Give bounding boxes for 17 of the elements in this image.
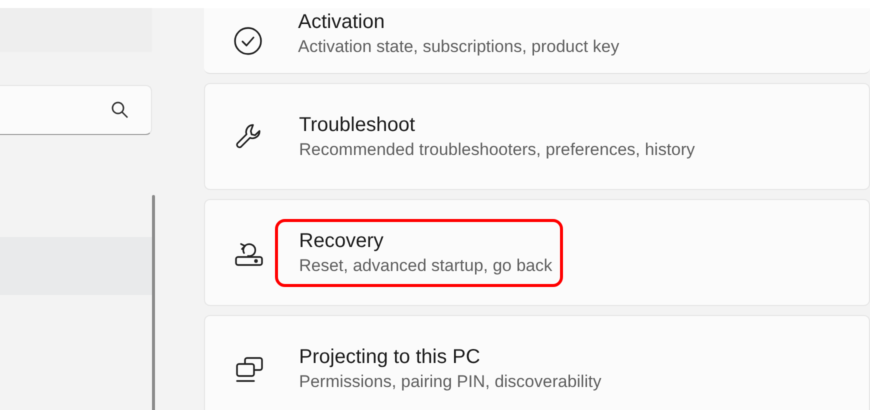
settings-card[interactable]: Projecting to this PC Permissions, pairing PIN, discoverability [204, 315, 870, 410]
scrollbar[interactable] [152, 195, 155, 410]
search-icon [111, 101, 129, 119]
card-description: Activation state, subscriptions, product key [298, 36, 620, 58]
card-description: Permissions, pairing PIN, discoverability [299, 370, 602, 392]
card-description: Reset, advanced startup, go back [299, 254, 552, 276]
card-title: Recovery [299, 228, 384, 254]
card-title: Troubleshoot [299, 112, 416, 138]
selected-row-highlight[interactable] [0, 237, 152, 295]
settings-card[interactable]: Activation Activation state, subscriptions, product key [204, 8, 870, 74]
settings-card[interactable]: Troubleshoot Recommended troubleshooters, preferences, history [204, 83, 870, 190]
check-circle-icon [232, 24, 264, 56]
card-title: Projecting to this PC [299, 344, 482, 370]
settings-card[interactable]: Recovery Reset, advanced startup, go back [204, 199, 870, 306]
card-title: Activation [298, 10, 386, 35]
search-field[interactable] [0, 85, 152, 135]
card-description: Recommended troubleshooters, preferences, history [299, 138, 695, 160]
